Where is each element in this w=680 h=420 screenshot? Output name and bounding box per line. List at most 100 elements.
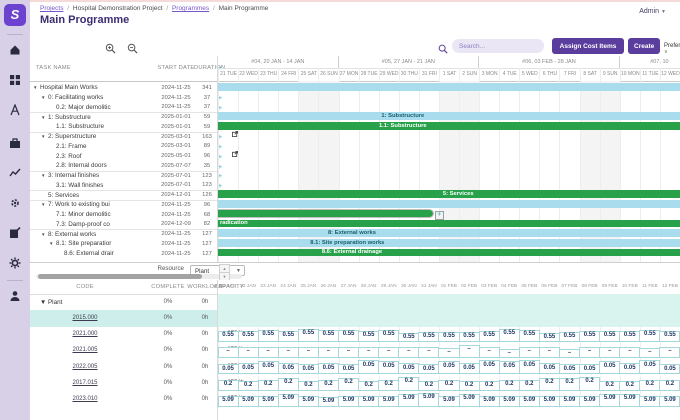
- task-name[interactable]: 8: External works: [48, 231, 96, 238]
- task-name[interactable]: 0: Facilitating works: [48, 94, 103, 101]
- expand-collapse-arrow[interactable]: ▼: [41, 202, 45, 207]
- task-name[interactable]: 3.1: Wall finishes: [56, 182, 103, 189]
- gantt-day-label: 27 MON: [339, 68, 359, 81]
- modules-grid-icon[interactable]: [9, 74, 21, 86]
- column-header-code: CODE: [40, 284, 130, 290]
- home-icon[interactable]: [9, 44, 21, 56]
- task-row[interactable]: 2.1: Frame2025-03-0189+: [30, 142, 218, 152]
- task-row[interactable]: ▼7: Work to existing bui2024-11-2596+: [30, 200, 218, 210]
- allocation-value: 0.05: [559, 366, 579, 372]
- gantt-bar-summary[interactable]: [218, 229, 680, 237]
- resource-code-link[interactable]: 2015.000: [40, 315, 130, 321]
- gantt-bar-task[interactable]: [218, 249, 680, 257]
- gantt-bar-summary[interactable]: [218, 200, 680, 208]
- task-row[interactable]: 8.6: External drair2024-11-25127+: [30, 249, 218, 259]
- task-name[interactable]: 1.1: Substructure: [56, 123, 104, 130]
- gantt-bar-summary[interactable]: [218, 239, 680, 247]
- settings-gear-icon[interactable]: [9, 257, 21, 269]
- resource-code-link[interactable]: 2022.005: [40, 364, 130, 370]
- task-name[interactable]: 7: Work to existing bui: [48, 201, 110, 208]
- breadcrumb-link[interactable]: Projects: [40, 5, 63, 12]
- breadcrumb-link[interactable]: Programmes: [172, 5, 209, 12]
- user-icon[interactable]: [9, 290, 21, 302]
- allocation-value: –: [399, 348, 419, 354]
- allocation-value: 0.05: [218, 366, 238, 372]
- resource-code-link[interactable]: 2023.010: [40, 396, 130, 402]
- task-row[interactable]: ▼1: Substructure2025-01-0159+: [30, 112, 218, 122]
- resource-row[interactable]: 2021.0000%0h2752h0.550.550.550.550.550.5…: [30, 327, 680, 343]
- zoom-in-icon[interactable]: [105, 41, 116, 52]
- task-name[interactable]: 1: Substructure: [48, 114, 91, 121]
- resource-row[interactable]: 2021.0050%0h2752h–––––––––––––––––––––––…: [30, 343, 680, 359]
- trend-chart-icon[interactable]: [9, 167, 21, 179]
- horizontal-scrollbar-thumb[interactable]: [38, 274, 202, 279]
- edit-note-icon[interactable]: [9, 227, 21, 239]
- resource-row[interactable]: 2015.0000%0h2752h: [30, 310, 680, 326]
- gantt-bar-task[interactable]: [218, 220, 680, 228]
- user-menu[interactable]: Admin▼: [639, 8, 666, 15]
- create-button[interactable]: Create: [628, 38, 660, 54]
- task-name[interactable]: 2: Superstructure: [48, 133, 96, 140]
- gantt-bar-label: 1.1: Substructure: [379, 123, 427, 129]
- resource-row[interactable]: 2017.0150%0h2752h0.20.20.20.20.20.20.20.…: [30, 376, 680, 392]
- allocation-value: 0.05: [379, 363, 399, 369]
- expand-collapse-arrow[interactable]: ▼: [41, 95, 45, 100]
- task-name[interactable]: 3: Internal finishes: [48, 172, 99, 179]
- task-name[interactable]: 8.1: Site preparatior: [56, 240, 111, 247]
- gantt-day-header: 21 TUE22 WED23 THU24 FRI25 SAT26 SUN27 M…: [218, 68, 680, 82]
- task-row[interactable]: ▼2: Superstructure2025-03-01163+: [30, 132, 218, 142]
- drafting-compass-icon[interactable]: [9, 104, 21, 116]
- allocation-value: 0.2: [298, 382, 318, 388]
- search-input[interactable]: [452, 39, 544, 53]
- task-name[interactable]: 2.1: Frame: [56, 143, 86, 150]
- gantt-bar-task[interactable]: [218, 122, 680, 130]
- expand-collapse-arrow[interactable]: ▼: [41, 115, 45, 120]
- app-logo[interactable]: S: [4, 4, 26, 26]
- expand-collapse-arrow[interactable]: ▼: [41, 173, 45, 178]
- allocation-value: –: [459, 346, 479, 352]
- resource-date-label: 01 FEB: [439, 280, 459, 294]
- resource-code-link[interactable]: 2017.015: [40, 380, 130, 386]
- expand-collapse-arrow[interactable]: ▼: [41, 232, 45, 237]
- task-row[interactable]: ▼Hospital Main Works2024-11-25341+: [30, 83, 218, 93]
- resource-row[interactable]: 2023.0100%0h2752h5.095.095.095.095.095.0…: [30, 392, 680, 408]
- assign-cost-items-button[interactable]: Assign Cost Items: [552, 38, 624, 54]
- task-name[interactable]: 0.2: Major demolitic: [56, 104, 111, 111]
- preferences-menu[interactable]: Preferences ∨: [664, 43, 680, 55]
- gantt-bar-summary[interactable]: [218, 83, 680, 91]
- allocation-value: 0.2: [238, 382, 258, 388]
- task-name[interactable]: Hospital Main Works: [40, 84, 98, 91]
- expand-collapse-arrow[interactable]: ▼: [49, 241, 53, 246]
- resource-code-link[interactable]: 2021.005: [40, 347, 130, 353]
- zoom-out-icon[interactable]: [127, 41, 138, 52]
- task-start-date: 2025-07-07: [156, 163, 196, 169]
- task-row[interactable]: 7.1: Minor demolitic2024-11-2568+: [30, 210, 218, 220]
- task-name[interactable]: 7.3: Damp-proof co: [56, 221, 110, 228]
- task-row[interactable]: ▼8.1: Site preparatior2024-11-25127+: [30, 239, 218, 249]
- gantt-bar-task[interactable]: [218, 210, 433, 218]
- task-start-date: 2024-11-25: [156, 85, 196, 91]
- resource-row[interactable]: 2022.0050%0h2752h0.050.050.050.050.050.0…: [30, 359, 680, 375]
- expand-collapse-arrow[interactable]: ▼: [41, 134, 45, 139]
- task-name[interactable]: 8.6: External drair: [64, 250, 114, 257]
- task-row[interactable]: 2.3: Roof2025-05-0196+: [30, 151, 218, 161]
- task-row[interactable]: ▼3: Internal finishes2025-07-01123+: [30, 171, 218, 181]
- task-row[interactable]: ▼0: Facilitating works2024-11-2537+: [30, 93, 218, 103]
- task-name[interactable]: 7.1: Minor demolitic: [56, 211, 111, 218]
- cog-icon[interactable]: [9, 197, 21, 209]
- resource-selector-bar: Resource Plant▼ ▲ ▼: [30, 262, 680, 282]
- resource-group-row[interactable]: ▼ Plant0%0h16512h: [30, 294, 680, 310]
- task-row[interactable]: ▼8: External works2024-11-25127+: [30, 229, 218, 239]
- bar-drag-handle[interactable]: +: [435, 211, 444, 220]
- resource-grid-row: 5.095.095.095.095.095.095.095.095.095.09…: [218, 392, 680, 408]
- briefcase-icon[interactable]: [9, 137, 21, 149]
- expand-collapse-arrow[interactable]: ▼: [33, 85, 37, 90]
- gantt-bar-summary[interactable]: [218, 112, 680, 120]
- allocation-value: 0.2: [620, 382, 640, 388]
- task-name[interactable]: 2.3: Roof: [56, 153, 82, 160]
- allocation-value: 0.55: [559, 333, 579, 339]
- task-name[interactable]: 5: Services: [48, 192, 79, 199]
- resource-date-header: 21 JAN22 JAN23 JAN24 JAN25 JAN26 JAN27 J…: [218, 280, 680, 294]
- task-name[interactable]: 2.8: Internal doors: [56, 162, 107, 169]
- resource-code-link[interactable]: 2021.000: [40, 331, 130, 337]
